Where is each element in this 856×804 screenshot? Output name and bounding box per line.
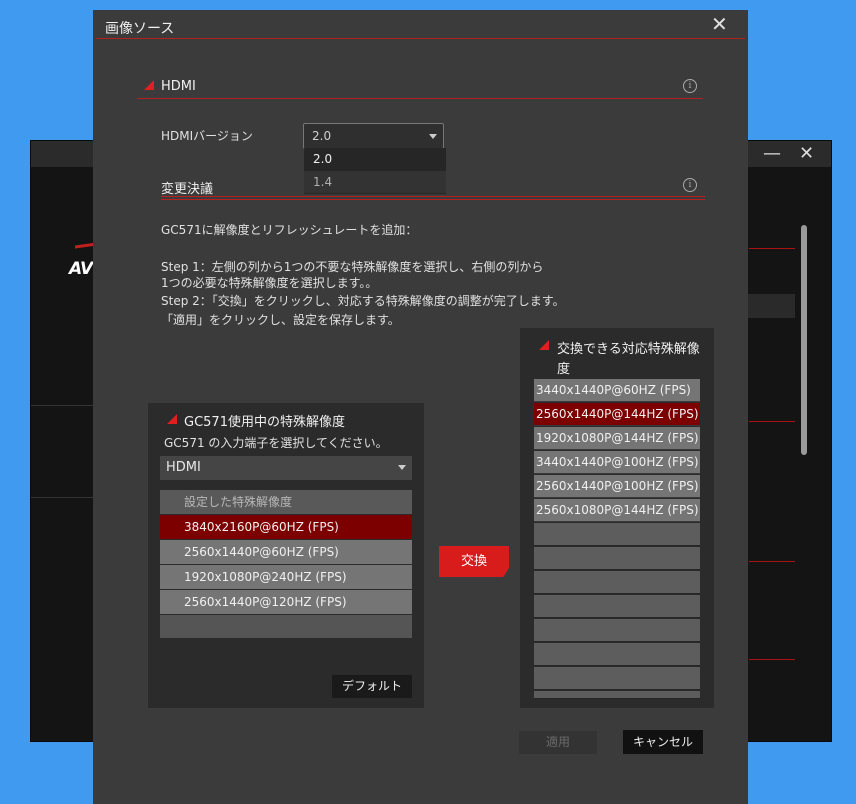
divider — [749, 248, 795, 249]
app-logo: AV — [69, 259, 93, 279]
hdmi-version-select[interactable]: 2.0 — [303, 123, 444, 149]
empty-row — [534, 691, 700, 699]
dialog-title: 画像ソース — [105, 21, 175, 37]
section-marker-icon — [539, 340, 549, 350]
section-divider — [161, 199, 705, 200]
input-port-value: HDMI — [166, 460, 201, 475]
empty-row — [160, 615, 412, 638]
section-marker-icon — [144, 80, 154, 90]
resolution-row[interactable]: 3440x1440P@100HZ (FPS) — [534, 451, 700, 474]
divider — [749, 659, 795, 660]
empty-row — [534, 667, 700, 690]
resolution-row[interactable]: 2560x1080P@144HZ (FPS) — [534, 499, 700, 522]
change-section-title: 変更決議 — [161, 182, 214, 197]
hdmi-version-label: HDMIバージョン — [161, 129, 253, 143]
resolution-row[interactable]: 1920x1080P@144HZ (FPS) — [534, 427, 700, 450]
empty-row — [534, 643, 700, 666]
description-line: Step 2：「交換」をクリックし、対応する特殊解像度の調整が完了します。 — [161, 294, 565, 308]
swap-button[interactable]: 交換 — [439, 546, 509, 577]
description-line: 1つの必要な特殊解像度を選択します。。 — [161, 276, 378, 290]
divider — [749, 561, 795, 562]
divider — [749, 421, 795, 422]
resolution-row[interactable]: 2560x1440P@60HZ (FPS) — [160, 540, 412, 564]
section-marker-icon — [167, 414, 177, 424]
info-icon[interactable]: i — [683, 79, 697, 93]
apply-button[interactable]: 適用 — [519, 731, 597, 754]
cancel-button[interactable]: キャンセル — [623, 730, 703, 754]
resolution-row[interactable]: 2560x1440P@100HZ (FPS) — [534, 475, 700, 498]
resolution-row-selected[interactable]: 2560x1440P@144HZ (FPS) — [534, 403, 700, 426]
empty-row — [534, 595, 700, 618]
resolution-row[interactable]: 3440x1440P@60HZ (FPS) — [534, 379, 700, 402]
right-panel-title-cont: 度 — [557, 362, 571, 377]
dropdown-option[interactable]: 1.4 — [304, 171, 446, 193]
divider — [31, 497, 93, 498]
chevron-down-icon — [429, 134, 437, 139]
background-scrollbar[interactable] — [801, 225, 807, 455]
table-header: 設定した特殊解像度 — [160, 490, 412, 514]
resolution-row[interactable]: 1920x1080P@240HZ (FPS) — [160, 565, 412, 589]
close-icon[interactable]: ✕ — [711, 12, 728, 36]
description-line: 「適用」をクリックし、設定を保存します。 — [161, 313, 400, 327]
resolution-row[interactable]: 2560x1440P@120HZ (FPS) — [160, 590, 412, 614]
image-source-dialog: 画像ソース ✕ HDMI i HDMIバージョン 2.0 変更決議 i 2.0 … — [93, 10, 748, 804]
chevron-down-icon — [398, 465, 406, 470]
resolution-row-selected[interactable]: 3840x2160P@60HZ (FPS) — [160, 515, 412, 539]
empty-row — [534, 571, 700, 594]
empty-row — [534, 547, 700, 570]
hdmi-section-title: HDMI — [161, 79, 196, 94]
dropdown-option[interactable]: 2.0 — [304, 148, 446, 170]
divider — [31, 405, 93, 406]
description-line: GC571に解像度とリフレッシュレートを追加： — [161, 223, 418, 237]
default-button[interactable]: デフォルト — [332, 675, 412, 698]
section-divider — [137, 98, 703, 99]
section-divider — [161, 196, 705, 197]
info-icon[interactable]: i — [683, 178, 697, 192]
empty-row — [534, 619, 700, 642]
close-icon[interactable]: ✕ — [799, 143, 814, 164]
hdmi-version-dropdown: 2.0 1.4 — [304, 148, 446, 194]
right-panel-title: 交換できる対応特殊解像 — [557, 342, 700, 357]
hdmi-version-value: 2.0 — [312, 129, 332, 143]
title-divider — [96, 38, 745, 39]
left-panel-subtitle: GC571 の入力端子を選択してください。 — [164, 436, 388, 450]
input-port-select[interactable]: HDMI — [160, 456, 412, 480]
minimize-icon[interactable]: — — [763, 143, 781, 164]
empty-row — [534, 523, 700, 546]
description-line: Step 1：左側の列から1つの不要な特殊解像度を選択し、右側の列から — [161, 260, 544, 274]
left-panel-title: GC571使用中の特殊解像度 — [184, 415, 345, 430]
